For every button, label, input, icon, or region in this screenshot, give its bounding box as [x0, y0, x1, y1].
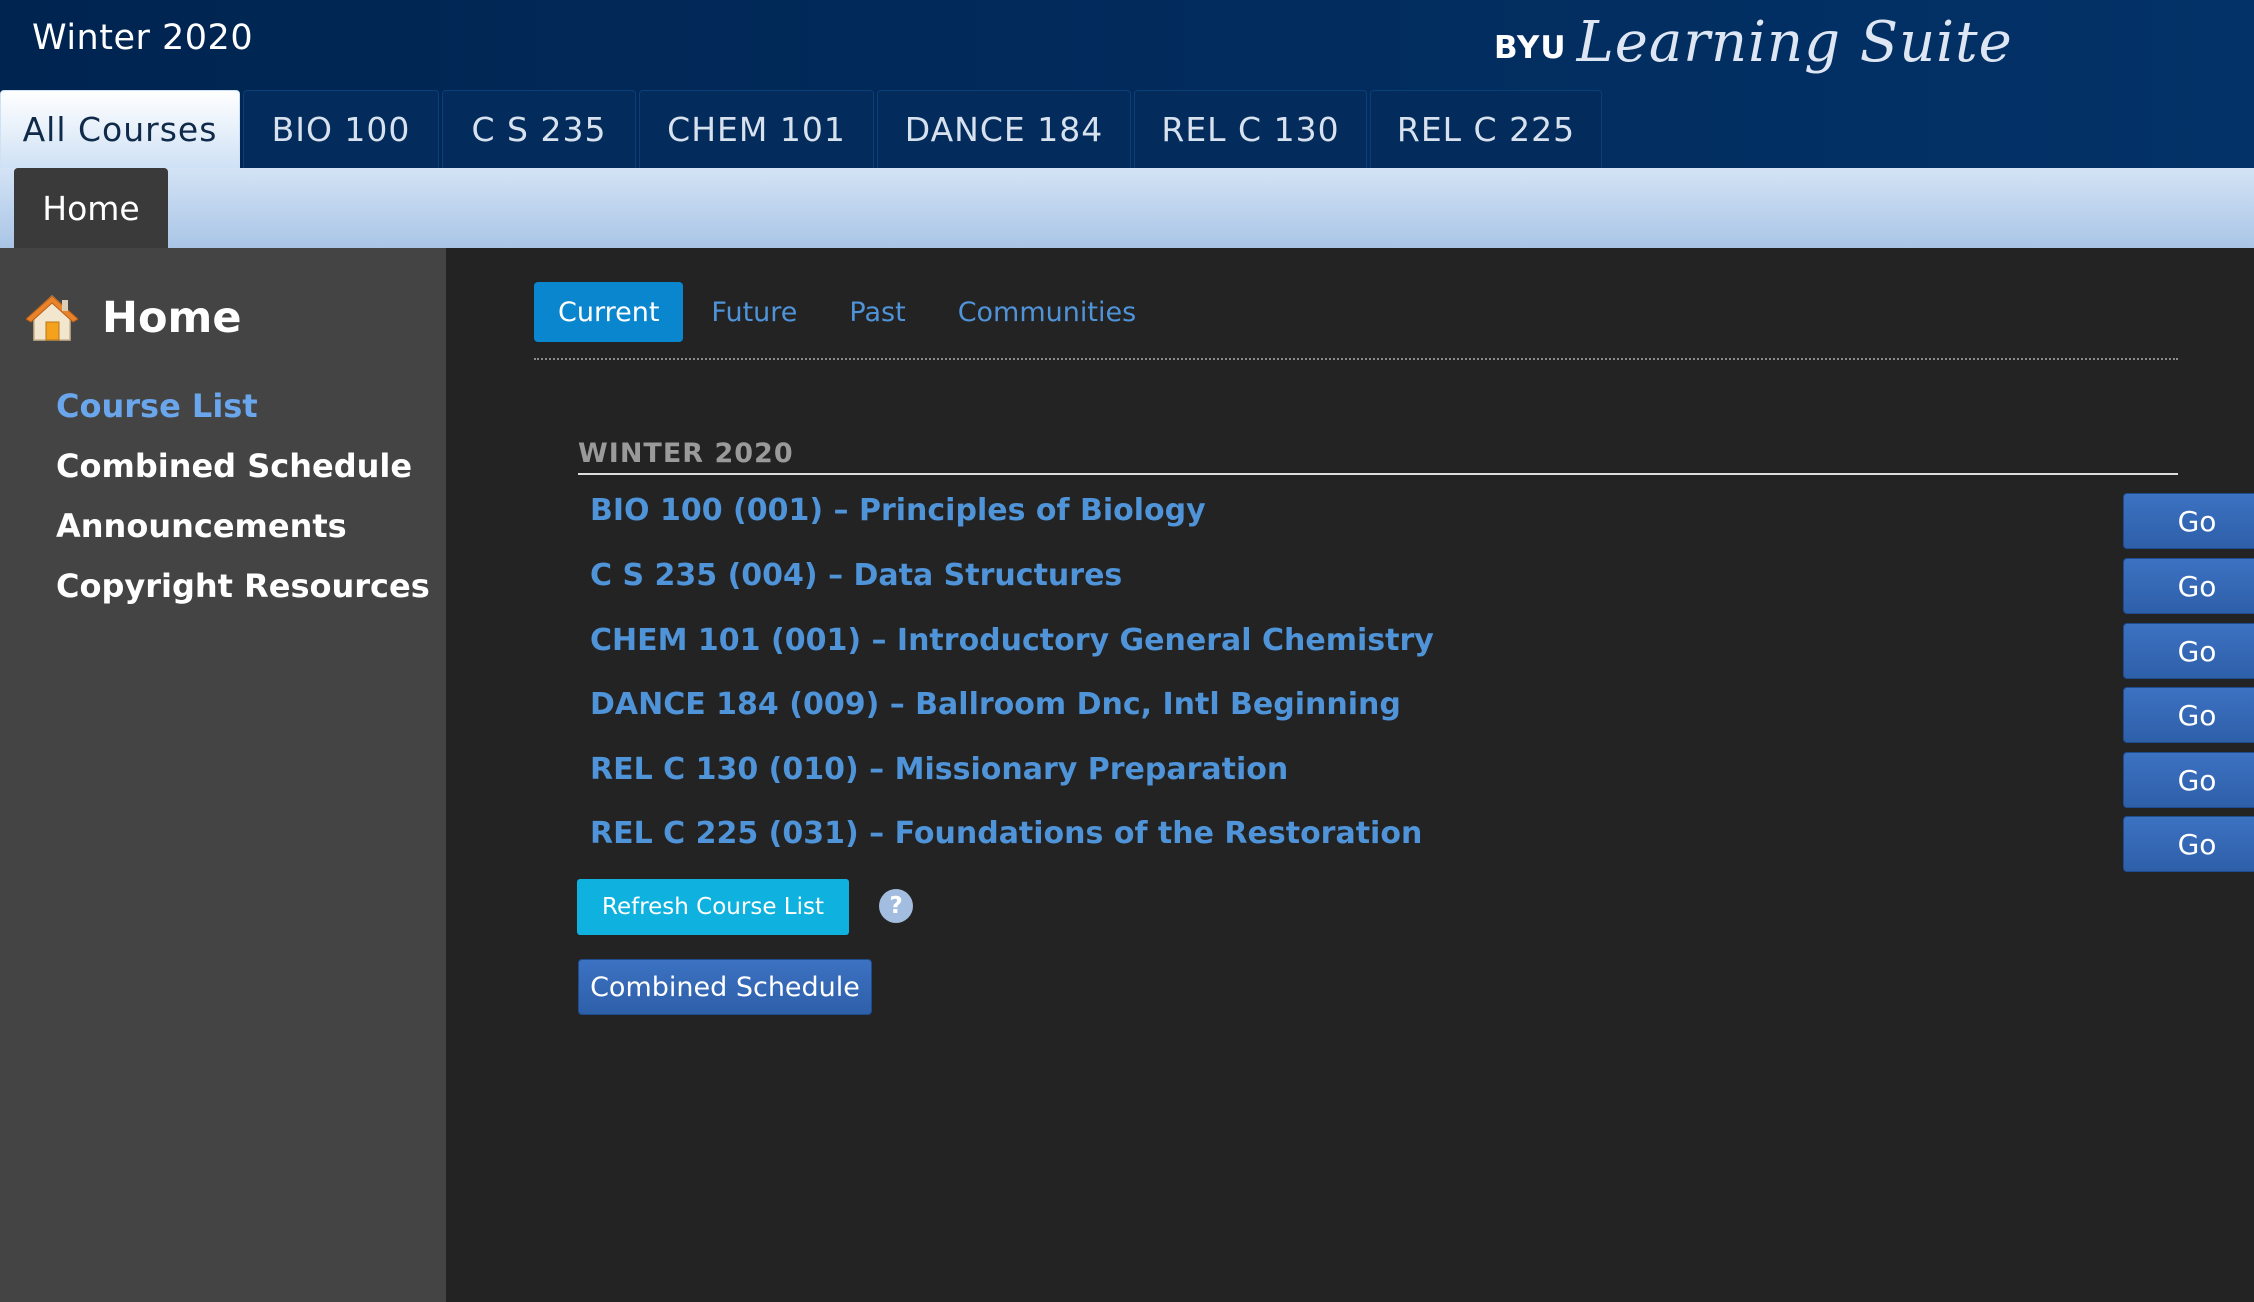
subnav-home-tab[interactable]: Home — [14, 168, 168, 248]
course-link[interactable]: DANCE 184 (009) – Ballroom Dnc, Intl Beg… — [590, 687, 1401, 722]
brand-byu-text: BYU — [1494, 30, 1567, 66]
tab-all-courses[interactable]: All Courses — [0, 90, 240, 168]
course-row: REL C 225 (031) – Foundations of the Res… — [590, 816, 2254, 876]
term-heading: WINTER 2020 — [578, 438, 2178, 475]
sidebar-item-copyright-resources[interactable]: Copyright Resources — [56, 556, 430, 616]
course-link[interactable]: CHEM 101 (001) – Introductory General Ch… — [590, 623, 1434, 658]
tab-current[interactable]: Current — [534, 282, 684, 342]
course-row: C S 235 (004) – Data Structures Go — [590, 558, 2254, 618]
sidebar-links: Course List Combined Schedule Announceme… — [56, 376, 430, 616]
course-link[interactable]: BIO 100 (001) – Principles of Biology — [590, 493, 1206, 528]
help-icon[interactable]: ? — [879, 889, 913, 923]
sidebar-item-combined-schedule[interactable]: Combined Schedule — [56, 436, 430, 496]
course-link[interactable]: C S 235 (004) – Data Structures — [590, 558, 1122, 593]
tab-future[interactable]: Future — [687, 282, 821, 342]
main-content: Current Future Past Communities WINTER 2… — [446, 248, 2254, 1302]
sidebar-item-course-list[interactable]: Course List — [56, 376, 430, 436]
term-filter-tabs: Current Future Past Communities — [534, 282, 1164, 342]
brand-logo[interactable]: BYU Learning Suite — [1494, 0, 2013, 90]
go-button[interactable]: Go — [2123, 752, 2254, 808]
sidebar-title: Home — [26, 292, 242, 344]
tab-relc-225[interactable]: REL C 225 — [1370, 90, 1602, 168]
course-row: DANCE 184 (009) – Ballroom Dnc, Intl Beg… — [590, 687, 2254, 747]
divider — [534, 358, 2178, 360]
tab-bio-100[interactable]: BIO 100 — [243, 90, 439, 168]
sidebar-item-announcements[interactable]: Announcements — [56, 496, 430, 556]
tab-communities[interactable]: Communities — [934, 282, 1160, 342]
tab-dance-184[interactable]: DANCE 184 — [877, 90, 1131, 168]
tab-past[interactable]: Past — [825, 282, 929, 342]
go-button[interactable]: Go — [2123, 558, 2254, 614]
go-button[interactable]: Go — [2123, 687, 2254, 743]
go-button[interactable]: Go — [2123, 493, 2254, 549]
refresh-course-list-button[interactable]: Refresh Course List — [577, 879, 849, 935]
tab-chem-101[interactable]: CHEM 101 — [639, 90, 874, 168]
semester-title: Winter 2020 — [32, 18, 254, 58]
course-link[interactable]: REL C 130 (010) – Missionary Preparation — [590, 752, 1288, 787]
go-button[interactable]: Go — [2123, 623, 2254, 679]
course-row: BIO 100 (001) – Principles of Biology Go — [590, 493, 2254, 553]
sidebar: Home Course List Combined Schedule Annou… — [0, 248, 446, 1302]
app-header: Winter 2020 BYU Learning Suite All Cours… — [0, 0, 2254, 168]
course-tab-bar: All Courses BIO 100 C S 235 CHEM 101 DAN… — [0, 90, 1605, 168]
combined-schedule-button[interactable]: Combined Schedule — [578, 959, 872, 1015]
tab-relc-130[interactable]: REL C 130 — [1134, 90, 1367, 168]
course-row: CHEM 101 (001) – Introductory General Ch… — [590, 623, 2254, 683]
course-row: REL C 130 (010) – Missionary Preparation… — [590, 752, 2254, 812]
home-icon — [26, 294, 78, 341]
subnav-bar: Home — [0, 168, 2254, 248]
course-link[interactable]: REL C 225 (031) – Foundations of the Res… — [590, 816, 1422, 851]
go-button[interactable]: Go — [2123, 816, 2254, 872]
sidebar-title-label: Home — [102, 293, 242, 343]
tab-cs-235[interactable]: C S 235 — [442, 90, 636, 168]
brand-suite-text: Learning Suite — [1576, 9, 2013, 75]
